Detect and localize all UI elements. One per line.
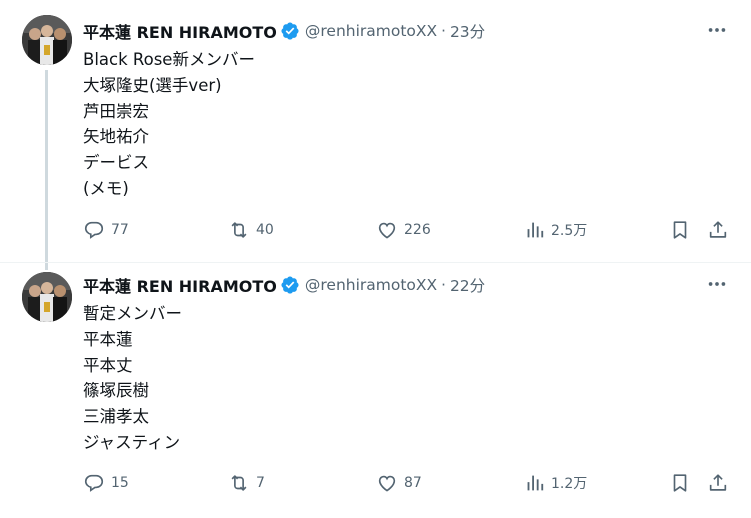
tweet-line: 三浦孝太 [83, 407, 149, 427]
like-button[interactable]: 226 [376, 216, 431, 244]
separator-dot: · [441, 276, 446, 294]
tweet-1[interactable]: 平本蓮 REN HIRAMOTO @renhiramotoXX · 23分 Bl… [0, 0, 751, 270]
heart-icon [378, 475, 396, 492]
share-button[interactable] [707, 216, 729, 244]
tweet-line: Black Rose新メンバー [83, 50, 255, 69]
tweet-line: ジャスティン [83, 432, 181, 452]
tweet-header: 平本蓮 REN HIRAMOTO @renhiramotoXX · 22分 [83, 273, 485, 297]
tweet-line: (メモ) [83, 178, 129, 198]
thread-connector-line [45, 70, 48, 270]
view-count: 1.2万 [551, 476, 588, 492]
timestamp[interactable]: 22分 [450, 274, 485, 296]
tweet-line: 暫定メンバー [83, 304, 182, 323]
author-handle[interactable]: @renhiramotoXX [305, 22, 437, 40]
avatar[interactable] [22, 272, 72, 322]
tweet-text: 暫定メンバー 平本蓮 平本丈 篠塚辰樹 三浦孝太 ジャスティン [83, 301, 182, 456]
repost-button[interactable]: 7 [228, 469, 265, 497]
action-bar: 77 40 226 2.5万 [83, 216, 738, 244]
bookmark-button[interactable] [669, 469, 691, 497]
heart-icon [378, 222, 396, 239]
tweet-line: 芦田崇宏 [83, 101, 149, 121]
tweet-text: Black Rose新メンバー 大塚隆史(選手ver) 芦田崇宏 矢地祐介 デー… [83, 47, 255, 202]
author-handle[interactable]: @renhiramotoXX [305, 276, 437, 294]
view-count: 2.5万 [551, 223, 588, 239]
more-dots-icon[interactable] [705, 18, 729, 42]
views-bars-icon [527, 475, 544, 491]
tweet-line: デービス [83, 153, 149, 173]
bookmark-icon [673, 474, 687, 492]
bookmark-button[interactable] [669, 216, 691, 244]
reply-bubble-icon [84, 221, 104, 239]
repost-arrows-icon [231, 222, 247, 238]
repost-count: 40 [256, 222, 274, 238]
reply-button[interactable]: 15 [83, 469, 129, 497]
views-bars-icon [527, 222, 544, 238]
tweet-line: 平本丈 [83, 355, 133, 375]
reply-bubble-icon [84, 474, 104, 492]
reply-button[interactable]: 77 [83, 216, 129, 244]
like-count: 87 [404, 475, 422, 491]
tweet-2[interactable]: 平本蓮 REN HIRAMOTO @renhiramotoXX · 22分 暫定… [0, 262, 751, 518]
timestamp[interactable]: 23分 [450, 20, 485, 42]
verified-badge-icon [280, 275, 300, 295]
views-button[interactable]: 2.5万 [523, 216, 587, 244]
verified-badge-icon [280, 21, 300, 41]
more-dots-icon[interactable] [705, 272, 729, 296]
share-upload-icon [709, 221, 727, 238]
author-name[interactable]: 平本蓮 REN HIRAMOTO [83, 19, 277, 43]
repost-count: 7 [256, 475, 265, 491]
like-button[interactable]: 87 [376, 469, 422, 497]
tweet-line: 平本蓮 [83, 329, 133, 349]
separator-dot: · [441, 22, 446, 40]
avatar[interactable] [22, 15, 72, 65]
action-bar: 15 7 87 1.2万 [83, 469, 738, 497]
views-button[interactable]: 1.2万 [523, 469, 587, 497]
repost-arrows-icon [231, 475, 247, 491]
like-count: 226 [404, 222, 431, 238]
tweet-line: 矢地祐介 [83, 127, 149, 147]
bookmark-icon [673, 221, 687, 239]
reply-count: 15 [111, 475, 129, 491]
tweet-header: 平本蓮 REN HIRAMOTO @renhiramotoXX · 23分 [83, 19, 485, 43]
author-name[interactable]: 平本蓮 REN HIRAMOTO [83, 273, 277, 297]
reply-count: 77 [111, 222, 129, 238]
share-button[interactable] [707, 469, 729, 497]
tweet-line: 篠塚辰樹 [83, 381, 149, 401]
share-upload-icon [709, 474, 727, 491]
tweet-line: 大塚隆史(選手ver) [83, 75, 222, 95]
repost-button[interactable]: 40 [228, 216, 274, 244]
